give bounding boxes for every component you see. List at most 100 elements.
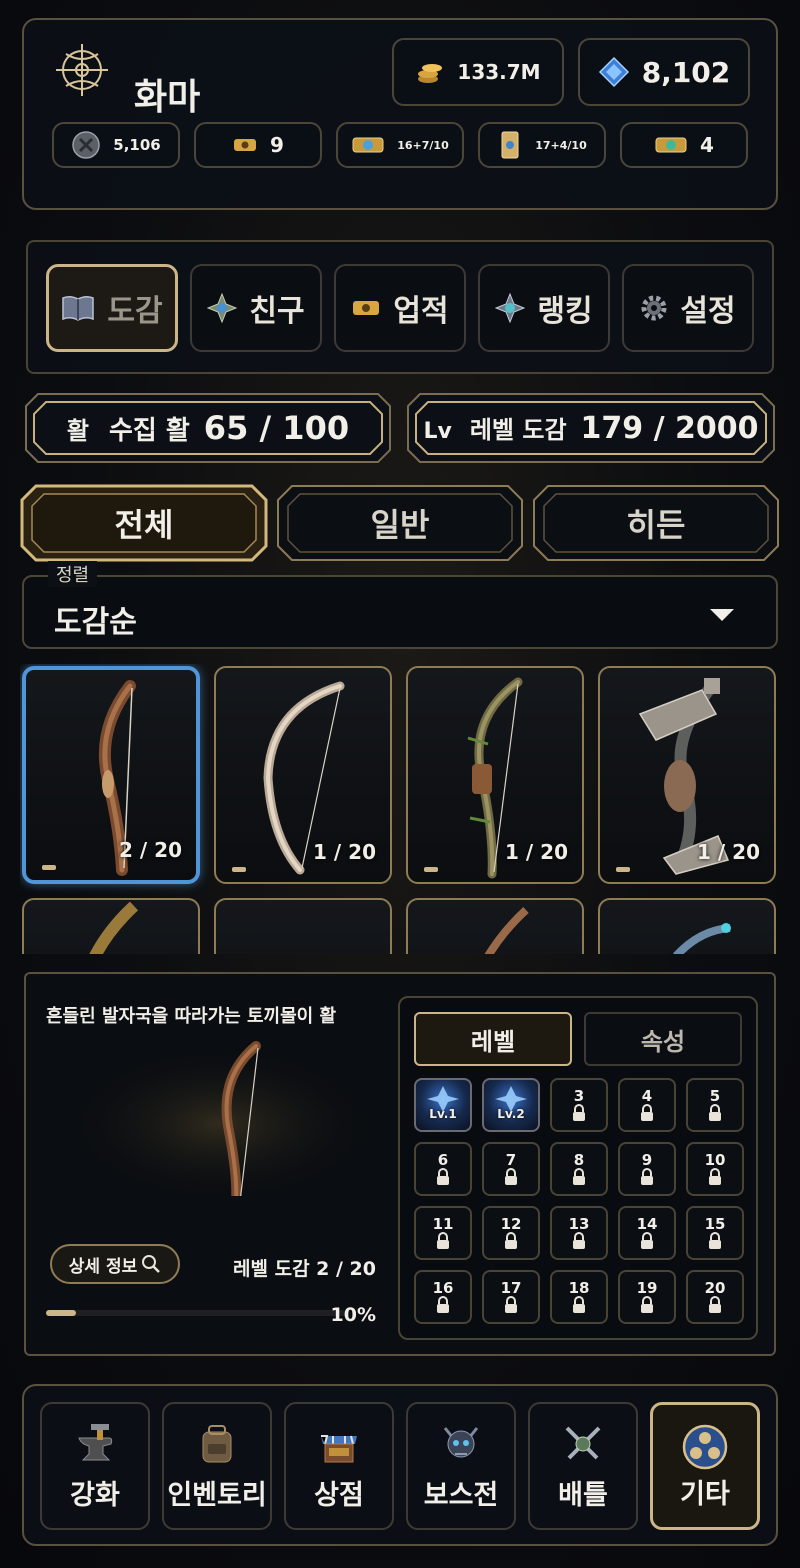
bow-card[interactable]: 2 / 20: [22, 666, 200, 884]
tab-attribute[interactable]: 속성: [584, 1012, 742, 1066]
tab-settings[interactable]: 설정: [622, 264, 754, 352]
filter-hidden[interactable]: 히든: [532, 484, 780, 562]
level-slot-locked[interactable]: 12: [482, 1206, 540, 1260]
level-slot-number: 13: [568, 1215, 590, 1233]
level-slot-locked[interactable]: 17: [482, 1270, 540, 1324]
level-slot-locked[interactable]: 9: [618, 1142, 676, 1196]
resource-slot-5[interactable]: 4: [620, 122, 748, 168]
level-slot-number: 10: [704, 1151, 726, 1169]
nav-inventory[interactable]: 인벤토리: [162, 1402, 272, 1530]
level-slot-locked[interactable]: 16: [414, 1270, 472, 1324]
lock-icon: [709, 1168, 721, 1185]
gem-currency[interactable]: 8,102: [578, 38, 750, 106]
bow-grid: 2 / 20 1 / 20 1 / 20 1 / 20: [20, 664, 780, 954]
filter-normal[interactable]: 일반: [276, 484, 524, 562]
level-slot-number: 9: [641, 1151, 653, 1169]
diamond-gem-icon: [598, 56, 629, 88]
bow-card[interactable]: 1 / 20: [214, 666, 392, 884]
nav-boss[interactable]: 보스전: [406, 1402, 516, 1530]
tab-collection-label: 도감: [107, 294, 163, 329]
level-slot-locked[interactable]: 19: [618, 1270, 676, 1324]
bow-card[interactable]: 1 / 20: [406, 666, 584, 884]
gold-amount: 133.7M: [457, 60, 541, 84]
archery-emblem-icon: [56, 44, 108, 96]
resource-slot-4[interactable]: 17+4/10: [478, 122, 606, 168]
bottom-nav: 강화 인벤토리 상점 보스전 배틀 기타: [22, 1384, 778, 1546]
gear-icon: [641, 295, 667, 321]
bow-progress: [424, 867, 438, 872]
bow-progress: [232, 867, 246, 872]
blue-gem-ticket-icon: [352, 137, 384, 153]
more-emblem-icon: [682, 1424, 728, 1470]
detail-info-button[interactable]: 상세 정보: [50, 1244, 180, 1284]
lock-icon: [437, 1296, 449, 1313]
nav-more[interactable]: 기타: [650, 1402, 760, 1530]
bow-progress: [616, 867, 630, 872]
backpack-icon: [202, 1425, 232, 1463]
tab-collection[interactable]: 도감: [46, 264, 178, 352]
level-slot-locked[interactable]: 6: [414, 1142, 472, 1196]
level-slot-number: 18: [568, 1279, 590, 1297]
tab-friends[interactable]: 친구: [190, 264, 322, 352]
level-slot-locked[interactable]: 20: [686, 1270, 744, 1324]
tab-achievements-label: 업적: [393, 294, 449, 329]
unlocked-crystal-icon: [495, 1086, 527, 1112]
ticket-icon: [353, 301, 380, 315]
resource-slot-1[interactable]: 5,106: [52, 122, 180, 168]
bow-card[interactable]: 1 / 20: [598, 666, 776, 884]
level-slot-locked[interactable]: 14: [618, 1206, 676, 1260]
resource-value-5: 4: [700, 133, 714, 157]
lock-icon: [573, 1168, 585, 1185]
nav-shop[interactable]: 상점: [284, 1402, 394, 1530]
resource-slot-2[interactable]: 9: [194, 122, 322, 168]
rune-medallion-icon: [72, 131, 101, 159]
level-slot-unlocked[interactable]: Lv.2: [482, 1078, 540, 1132]
filter-all-label: 전체: [114, 506, 174, 544]
level-count-banner: Lv 레벨 도감 179 / 2000: [406, 392, 776, 464]
gold-coins-icon: [418, 64, 443, 83]
resource-value-2: 9: [270, 133, 284, 157]
bow-preview-icon: [484, 907, 529, 954]
lock-icon: [709, 1296, 721, 1313]
resource-slot-3[interactable]: 16+7/10: [336, 122, 464, 168]
level-slot-locked[interactable]: 7: [482, 1142, 540, 1196]
level-slot-number: 14: [636, 1215, 658, 1233]
tab-level[interactable]: 레벨: [414, 1012, 572, 1066]
bow-card-partial[interactable]: [214, 898, 392, 954]
nav-battle[interactable]: 배틀: [528, 1402, 638, 1530]
nav-boss-label: 보스전: [423, 1480, 499, 1511]
lock-icon: [709, 1232, 721, 1249]
ranking-emblem-icon: [495, 293, 526, 323]
level-slot-locked[interactable]: 13: [550, 1206, 608, 1260]
detail-level-text: 레벨 도감 2 / 20: [233, 1258, 376, 1280]
level-slot-number: 12: [500, 1215, 522, 1233]
collection-label: 수집 활: [108, 416, 190, 446]
level-slot-unlocked[interactable]: Lv.1: [414, 1078, 472, 1132]
tab-achievements[interactable]: 업적: [334, 264, 466, 352]
bow-card-partial[interactable]: [598, 898, 776, 954]
lock-icon: [641, 1232, 653, 1249]
level-slot-locked[interactable]: 15: [686, 1206, 744, 1260]
bow-card-partial[interactable]: [22, 898, 200, 954]
level-slot-locked[interactable]: 11: [414, 1206, 472, 1260]
lock-icon: [505, 1232, 517, 1249]
level-slot-locked[interactable]: 5: [686, 1078, 744, 1132]
emerald-ticket-icon: [655, 137, 687, 153]
magnifier-icon: [142, 1255, 161, 1273]
sort-select[interactable]: 정렬 도감순: [22, 561, 778, 649]
gold-currency[interactable]: 133.7M: [392, 38, 564, 106]
bow-progress: [42, 865, 56, 870]
level-slot-number: 11: [432, 1215, 454, 1233]
bow-card-partial[interactable]: [406, 898, 584, 954]
nav-inventory-label: 인벤토리: [167, 1480, 267, 1511]
nav-shop-label: 상점: [314, 1480, 364, 1511]
nav-enhance[interactable]: 강화: [40, 1402, 150, 1530]
level-slot-locked[interactable]: 4: [618, 1078, 676, 1132]
level-slot-locked[interactable]: 18: [550, 1270, 608, 1324]
level-slot-locked[interactable]: 8: [550, 1142, 608, 1196]
bow-count: 2 / 20: [119, 838, 182, 862]
level-slot-locked[interactable]: 10: [686, 1142, 744, 1196]
filter-all[interactable]: 전체: [20, 484, 268, 562]
level-slot-locked[interactable]: 3: [550, 1078, 608, 1132]
tab-ranking[interactable]: 랭킹: [478, 264, 610, 352]
